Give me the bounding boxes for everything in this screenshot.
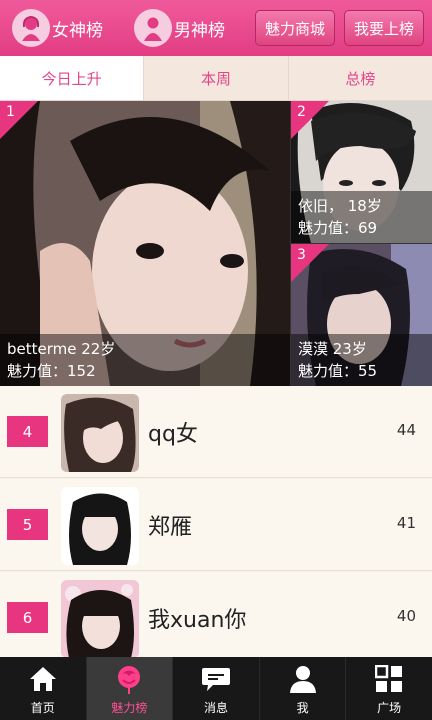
tab-god-chart[interactable]: 男神榜 [134,6,225,50]
top-card-1[interactable]: 1 betterme 22岁 魅力值：152 [0,101,290,386]
user-info-overlay: 依旧， 18岁 魅力值：69 [291,191,432,243]
charm-score: 41 [396,514,416,532]
nav-plaza-label: 广场 [377,701,402,715]
rank-number: 1 [6,104,15,120]
nav-charm-ranking[interactable]: 魅力榜 [86,657,174,720]
user-info-overlay: 漠漠 23岁 魅力值：55 [291,334,432,386]
person-icon [288,664,318,694]
rank-number: 3 [297,247,306,263]
ranking-period-tabs: 今日上升 本周 总榜 [0,56,432,101]
tab-this-week[interactable]: 本周 [144,56,289,100]
rose-icon [114,664,144,694]
male-avatar-icon [134,9,172,47]
tab-overall[interactable]: 总榜 [289,56,432,100]
user-charm-value: 魅力值：69 [298,219,378,237]
rank-badge: 5 [7,509,48,540]
charm-score: 40 [396,607,416,625]
user-name-age: 漠漠 23岁 [298,340,367,358]
nav-charm-ranking-label: 魅力榜 [111,701,148,715]
user-name-age: 依旧， 18岁 [298,197,382,215]
tab-goddess-label: 女神榜 [52,20,103,41]
home-icon [28,664,58,694]
female-avatar-icon [12,9,50,47]
rank-number: 2 [297,104,306,120]
charm-mall-button[interactable]: 魅力商城 [255,10,335,46]
avatar [61,580,139,658]
user-name: 我xuan你 [148,608,247,633]
user-name: 郑雁 [148,515,193,540]
user-charm-value: 魅力值：152 [7,362,96,380]
tab-today-rising[interactable]: 今日上升 [0,56,145,100]
list-item[interactable]: 4 qq女 44 [0,386,432,478]
join-ranking-button[interactable]: 我要上榜 [344,10,424,46]
tab-god-label: 男神榜 [174,20,225,41]
user-name-age: betterme 22岁 [7,340,116,358]
charm-score: 44 [396,421,416,439]
top-card-2[interactable]: 2 依旧， 18岁 魅力值：69 [291,101,432,243]
top-header: 女神榜 男神榜 魅力商城 我要上榜 [0,0,432,56]
nav-me[interactable]: 我 [260,657,347,720]
list-item[interactable]: 6 我xuan你 40 [0,572,432,664]
user-name: qq女 [148,422,198,447]
list-item[interactable]: 5 郑雁 41 [0,479,432,571]
nav-me-label: 我 [296,701,309,715]
user-charm-value: 魅力值：55 [298,362,378,380]
message-icon [201,664,231,694]
nav-messages-label: 消息 [203,701,228,715]
bottom-navigation: 首页 魅力榜 消息 我 广场 [0,657,432,720]
avatar [61,487,139,565]
nav-home-label: 首页 [30,701,55,715]
top-three-grid: 1 betterme 22岁 魅力值：152 2 依旧， 18岁 魅力值：69 [0,101,432,386]
nav-messages[interactable]: 消息 [173,657,260,720]
nav-plaza[interactable]: 广场 [346,657,432,720]
grid-icon [374,664,404,694]
avatar [61,394,139,472]
rank-badge: 6 [7,602,48,633]
rank-badge: 4 [7,416,48,447]
top-card-3[interactable]: 3 漠漠 23岁 魅力值：55 [291,244,432,386]
nav-home[interactable]: 首页 [0,657,87,720]
tab-goddess-chart[interactable]: 女神榜 [12,6,103,50]
user-info-overlay: betterme 22岁 魅力值：152 [0,334,290,386]
